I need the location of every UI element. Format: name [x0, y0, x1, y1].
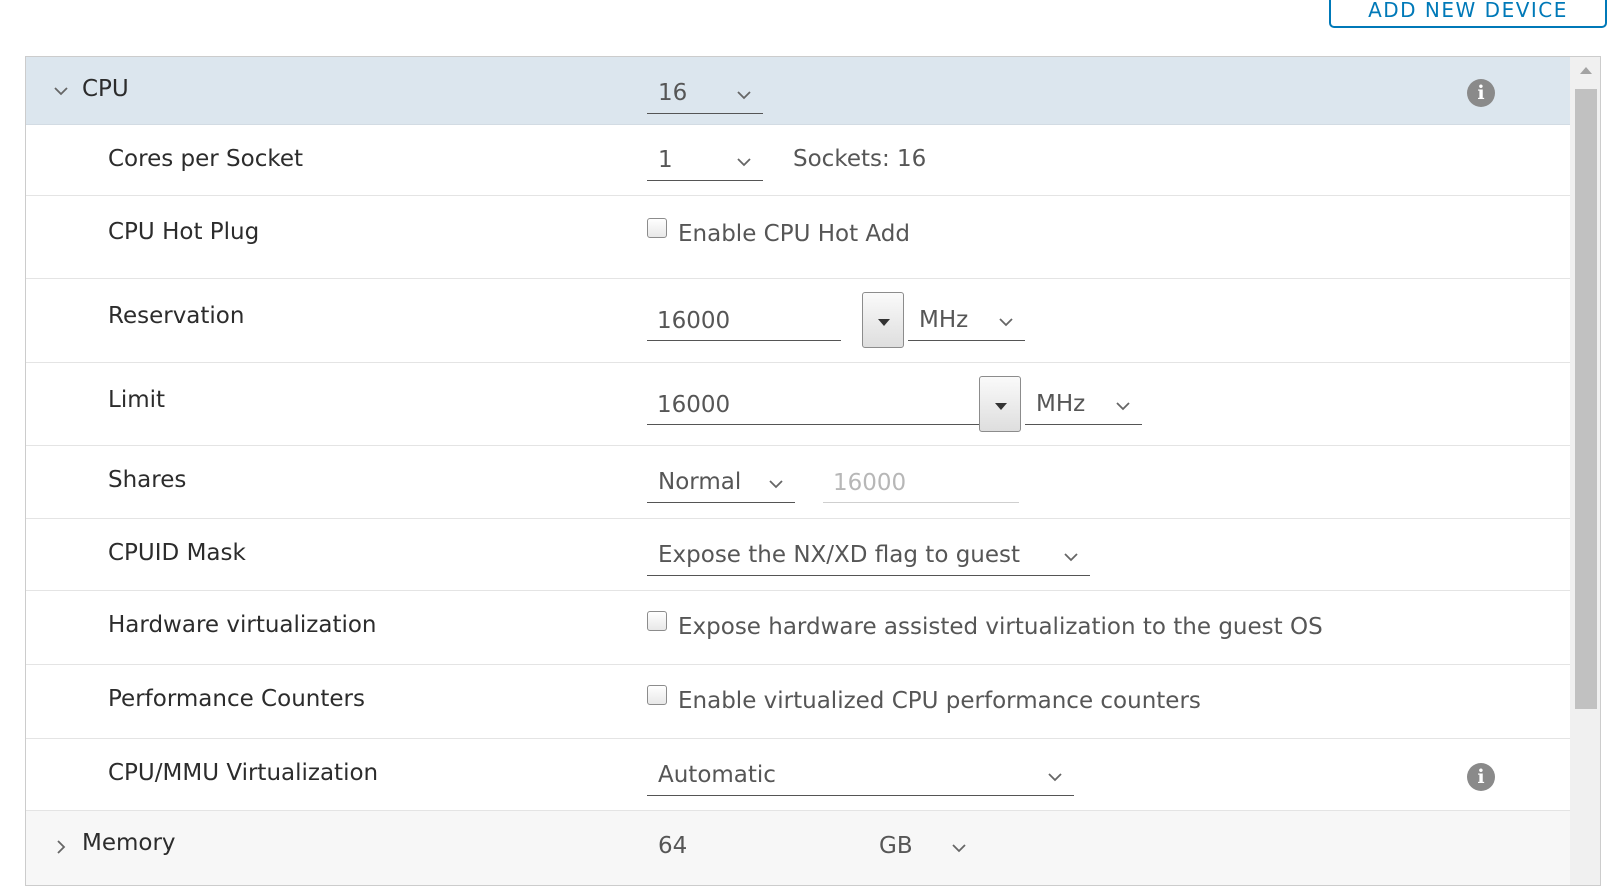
- sockets-count-text: Sockets: 16: [793, 146, 927, 172]
- shares-label: Shares: [108, 467, 187, 493]
- performance-counters-label: Performance Counters: [108, 686, 365, 712]
- cpu-label: CPU: [82, 76, 129, 102]
- hardware-virtualization-label: Hardware virtualization: [108, 612, 377, 638]
- cpu-count-value: 16: [658, 80, 688, 106]
- memory-header-row[interactable]: Memory 64 GB: [26, 811, 1570, 885]
- chevron-down-icon: [767, 475, 785, 493]
- enable-perf-counters-checkbox[interactable]: [647, 685, 667, 705]
- shares-level-value: Normal: [658, 469, 742, 495]
- limit-row: Limit MHz: [26, 363, 1570, 446]
- enable-cpu-hot-add-checkbox[interactable]: [647, 218, 667, 238]
- cpuid-mask-select[interactable]: Expose the NX/XD flag to guest: [647, 536, 1090, 576]
- cpuid-mask-value: Expose the NX/XD flag to guest: [658, 542, 1021, 568]
- cores-per-socket-row: Cores per Socket 1 Sockets: 16: [26, 125, 1570, 196]
- performance-counters-row: Performance Counters Enable virtualized …: [26, 665, 1570, 739]
- reservation-unit-select[interactable]: MHz: [908, 301, 1025, 341]
- memory-size-value: 64: [658, 833, 688, 859]
- chevron-down-icon: [735, 153, 753, 171]
- virtual-hardware-panel: CPU 16 i Cores per Socket 1 Sockets: 16 …: [25, 56, 1601, 886]
- arrow-up-icon: [1580, 67, 1592, 74]
- cpu-mmu-virtualization-value: Automatic: [658, 762, 776, 788]
- memory-unit-select[interactable]: GB: [868, 827, 978, 867]
- cpu-header-row[interactable]: CPU 16 i: [26, 57, 1570, 125]
- chevron-down-icon: [735, 86, 753, 104]
- scrollbar-thumb[interactable]: [1575, 89, 1597, 709]
- memory-size-select[interactable]: 64: [647, 827, 837, 867]
- reservation-dropdown-button[interactable]: [862, 292, 904, 348]
- shares-value-input: [823, 463, 1019, 503]
- limit-dropdown-button[interactable]: [979, 376, 1021, 432]
- cpu-mmu-virtualization-label: CPU/MMU Virtualization: [108, 760, 379, 786]
- caret-down-icon: [878, 319, 890, 326]
- shares-level-select[interactable]: Normal: [647, 463, 795, 503]
- shares-row: Shares Normal: [26, 446, 1570, 519]
- add-new-device-button[interactable]: ADD NEW DEVICE: [1329, 0, 1607, 28]
- chevron-down-icon: [950, 839, 968, 857]
- hardware-virtualization-row: Hardware virtualization Expose hardware …: [26, 591, 1570, 665]
- reservation-unit-value: MHz: [919, 307, 969, 333]
- memory-label: Memory: [82, 830, 176, 856]
- chevron-down-icon: [1114, 397, 1132, 415]
- chevron-down-icon: [1062, 548, 1080, 566]
- limit-label: Limit: [108, 387, 166, 413]
- reservation-row: Reservation MHz: [26, 279, 1570, 363]
- enable-cpu-hot-add-label[interactable]: Enable CPU Hot Add: [678, 221, 910, 247]
- limit-input[interactable]: [647, 385, 979, 425]
- info-icon[interactable]: i: [1467, 763, 1495, 791]
- caret-down-icon: [995, 403, 1007, 410]
- limit-unit-value: MHz: [1036, 391, 1086, 417]
- cpu-hot-plug-label: CPU Hot Plug: [108, 219, 260, 245]
- enable-perf-counters-label[interactable]: Enable virtualized CPU performance count…: [678, 688, 1201, 714]
- scroll-up-button[interactable]: [1570, 57, 1600, 87]
- chevron-down-icon: [997, 313, 1015, 331]
- cores-per-socket-label: Cores per Socket: [108, 146, 304, 172]
- expand-chevron-icon[interactable]: [50, 836, 72, 858]
- limit-unit-select[interactable]: MHz: [1025, 385, 1142, 425]
- collapse-chevron-icon[interactable]: [50, 80, 72, 102]
- cores-per-socket-select[interactable]: 1: [647, 141, 763, 181]
- chevron-down-icon: [1046, 768, 1064, 786]
- cpu-hot-plug-row: CPU Hot Plug Enable CPU Hot Add: [26, 196, 1570, 279]
- info-icon[interactable]: i: [1467, 79, 1495, 107]
- cpu-mmu-virtualization-select[interactable]: Automatic: [647, 756, 1074, 796]
- cores-per-socket-value: 1: [658, 147, 673, 173]
- reservation-label: Reservation: [108, 303, 245, 329]
- cpu-mmu-virtualization-row: CPU/MMU Virtualization Automatic i: [26, 739, 1570, 811]
- cpuid-mask-label: CPUID Mask: [108, 540, 246, 566]
- reservation-input[interactable]: [647, 301, 841, 341]
- cpuid-mask-row: CPUID Mask Expose the NX/XD flag to gues…: [26, 519, 1570, 591]
- expose-hw-virtualization-checkbox[interactable]: [647, 611, 667, 631]
- cpu-count-select[interactable]: 16: [647, 74, 763, 114]
- memory-unit-value: GB: [879, 833, 913, 859]
- vertical-scrollbar[interactable]: [1570, 57, 1600, 885]
- expose-hw-virtualization-label[interactable]: Expose hardware assisted virtualization …: [678, 614, 1323, 640]
